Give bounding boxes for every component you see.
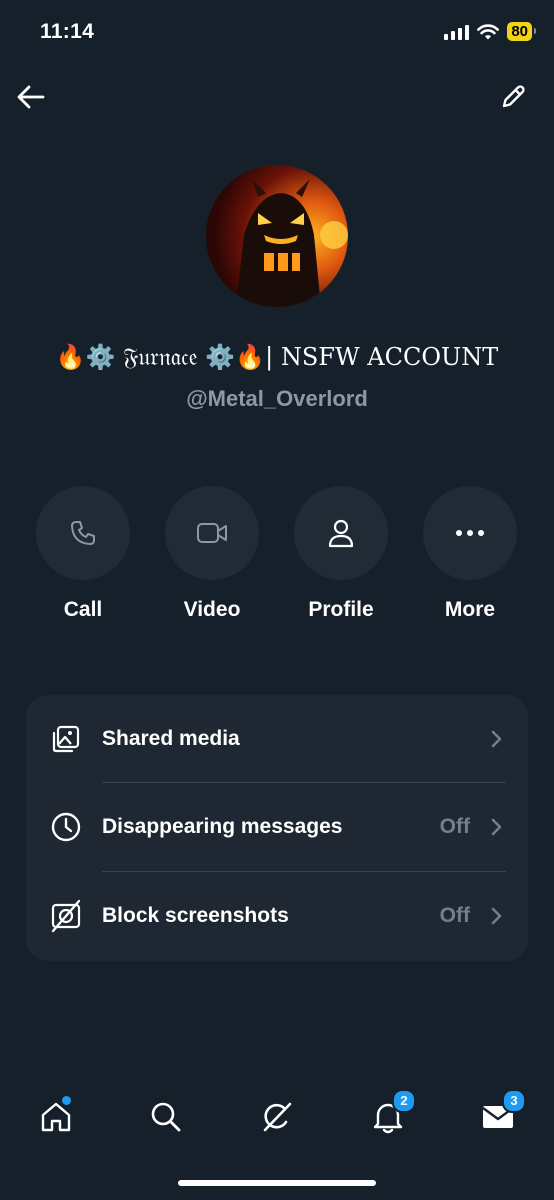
chevron-right-icon xyxy=(491,907,502,925)
search-icon xyxy=(151,1102,181,1132)
home-icon xyxy=(41,1102,71,1132)
notifications-badge: 2 xyxy=(392,1089,416,1113)
call-button[interactable]: Call xyxy=(28,486,138,622)
bottom-tab-bar: 2 3 xyxy=(0,1089,554,1150)
profile-button[interactable]: Profile xyxy=(286,486,396,622)
gallery-icon xyxy=(48,721,84,757)
video-camera-icon xyxy=(197,523,227,543)
avatar[interactable] xyxy=(206,165,348,307)
chevron-right-icon xyxy=(491,730,502,748)
grok-icon xyxy=(263,1102,292,1132)
video-button[interactable]: Video xyxy=(157,486,267,622)
username-handle: @Metal_Overlord xyxy=(186,386,368,411)
no-screenshot-icon xyxy=(48,898,84,934)
wifi-icon xyxy=(477,23,500,39)
home-notification-dot xyxy=(62,1096,71,1105)
disappearing-messages-label: Disappearing messages xyxy=(102,815,343,838)
tab-grok[interactable] xyxy=(255,1095,299,1139)
tab-messages[interactable]: 3 xyxy=(476,1089,526,1139)
block-screenshots-row[interactable]: Block screenshots Off xyxy=(26,872,528,960)
profile-label: Profile xyxy=(308,598,374,621)
avatar-image xyxy=(206,165,348,307)
status-icons: 80 xyxy=(444,22,536,41)
video-circle[interactable] xyxy=(165,486,259,580)
disappearing-messages-row[interactable]: Disappearing messages Off xyxy=(26,783,528,871)
shared-media-label: Shared media xyxy=(102,727,240,750)
more-label: More xyxy=(444,598,496,621)
messages-badge: 3 xyxy=(502,1089,526,1113)
phone-icon xyxy=(71,521,95,545)
disappearing-messages-value: Off xyxy=(439,815,470,838)
more-dots-icon xyxy=(456,530,484,536)
chevron-right-icon xyxy=(491,818,502,836)
clock-icon xyxy=(48,809,84,845)
home-indicator[interactable] xyxy=(178,1180,376,1186)
shared-media-row[interactable]: Shared media xyxy=(26,695,528,783)
tab-home[interactable] xyxy=(34,1095,78,1139)
cellular-signal-icon xyxy=(444,24,470,40)
person-icon xyxy=(328,519,354,548)
call-circle[interactable] xyxy=(36,486,130,580)
arrow-left-icon xyxy=(17,85,45,109)
pencil-icon xyxy=(502,85,525,108)
tab-notifications[interactable]: 2 xyxy=(366,1089,416,1139)
profile-circle[interactable] xyxy=(294,486,388,580)
settings-card: Shared media Disappearing messages Off B… xyxy=(26,695,528,961)
call-label: Call xyxy=(63,598,103,621)
display-name: 🔥⚙️ 𝔉𝔲𝔯𝔫𝔞𝔠𝔢 ⚙️🔥| NSFW ACCOUNT xyxy=(55,343,499,371)
edit-button[interactable] xyxy=(496,80,530,114)
block-screenshots-label: Block screenshots xyxy=(102,904,289,927)
status-time: 11:14 xyxy=(40,20,95,43)
battery-indicator: 80 xyxy=(507,22,536,41)
back-button[interactable] xyxy=(14,80,48,114)
more-button[interactable]: More xyxy=(415,486,525,622)
tab-search[interactable] xyxy=(144,1095,188,1139)
video-label: Video xyxy=(183,598,241,621)
status-bar: 11:14 80 xyxy=(0,0,554,66)
block-screenshots-value: Off xyxy=(439,904,470,927)
more-circle[interactable] xyxy=(423,486,517,580)
